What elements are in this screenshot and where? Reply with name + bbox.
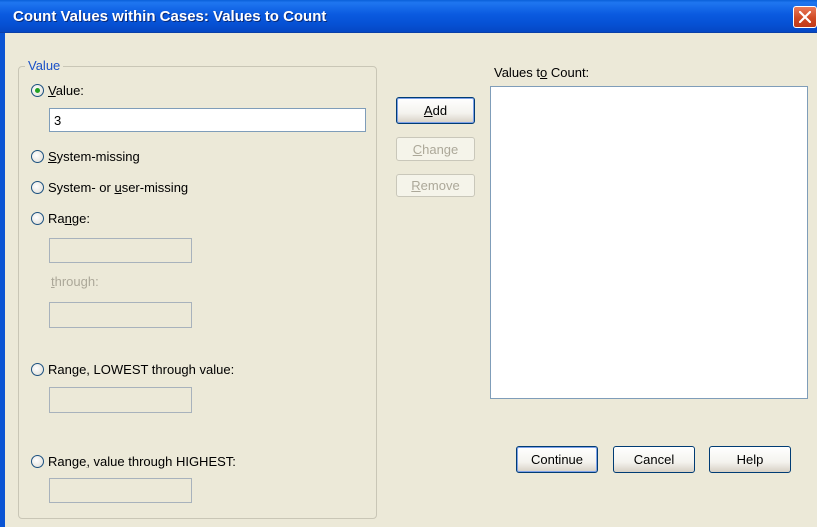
radio-system-or-user-missing-indicator[interactable] — [31, 180, 44, 194]
radio-system-missing-label: System-missing — [48, 148, 140, 164]
remove-button[interactable]: Remove — [396, 174, 475, 197]
window-border — [0, 33, 5, 527]
range-to-input[interactable] — [49, 302, 192, 328]
close-button[interactable] — [793, 6, 817, 28]
window-title: Count Values within Cases: Values to Cou… — [13, 8, 327, 25]
add-button[interactable]: Add — [396, 97, 475, 124]
radio-range-highest-indicator[interactable] — [31, 454, 44, 468]
radio-range[interactable]: Range: — [31, 209, 90, 227]
cancel-button[interactable]: Cancel — [613, 446, 695, 473]
radio-value-indicator[interactable] — [31, 83, 44, 97]
radio-value-label: Value: — [48, 82, 84, 98]
title-bar[interactable]: Count Values within Cases: Values to Cou… — [0, 0, 817, 33]
radio-range-lowest-indicator[interactable] — [31, 362, 44, 376]
radio-range-highest[interactable]: Range, value through HIGHEST: — [31, 452, 236, 470]
radio-range-indicator[interactable] — [31, 211, 44, 225]
close-icon — [799, 11, 811, 23]
radio-system-missing-indicator[interactable] — [31, 149, 44, 163]
change-button[interactable]: Change — [396, 137, 475, 161]
radio-range-label: Range: — [48, 210, 90, 226]
value-group-legend: Value — [25, 57, 64, 75]
highest-value-input[interactable] — [49, 478, 192, 503]
radio-system-missing[interactable]: System-missing — [31, 147, 140, 165]
radio-range-lowest[interactable]: Range, LOWEST through value: — [31, 360, 234, 378]
continue-button[interactable]: Continue — [516, 446, 598, 473]
dialog-window: Count Values within Cases: Values to Cou… — [0, 0, 817, 527]
values-to-count-label: Values to Count: — [494, 65, 590, 80]
help-button[interactable]: Help — [709, 446, 791, 473]
radio-system-or-user-missing-label: System- or user-missing — [48, 179, 189, 195]
radio-system-or-user-missing[interactable]: System- or user-missing — [31, 178, 188, 196]
values-to-count-list[interactable] — [490, 86, 808, 399]
radio-range-lowest-label: Range, LOWEST through value: — [48, 361, 235, 377]
range-from-input[interactable] — [49, 238, 192, 263]
radio-value[interactable]: Value: — [31, 81, 84, 99]
through-label: through: — [51, 274, 99, 289]
radio-range-highest-label: Range, value through HIGHEST: — [48, 453, 236, 469]
lowest-value-input[interactable] — [49, 387, 192, 413]
value-input[interactable] — [49, 108, 366, 132]
